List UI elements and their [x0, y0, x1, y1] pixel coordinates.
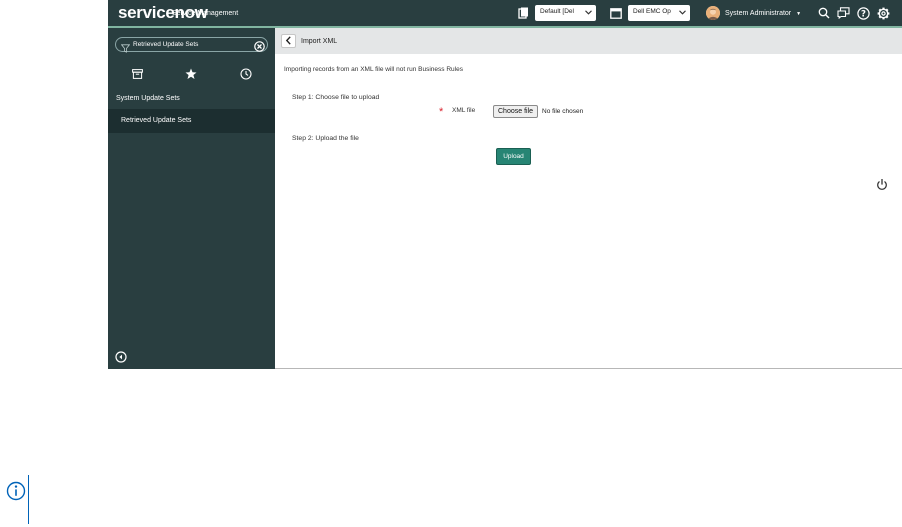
avatar[interactable] [706, 6, 720, 20]
xml-file-label: XML file [452, 107, 476, 114]
search-icon[interactable] [817, 6, 831, 20]
chat-icon[interactable] [836, 6, 850, 20]
nav-section-system-update-sets[interactable]: System Update Sets [116, 95, 180, 102]
choose-file-button[interactable]: Choose file [493, 105, 539, 118]
top-banner: servicenow Service Management Default [D… [108, 0, 902, 28]
application-icon[interactable] [609, 6, 623, 20]
back-icon [285, 32, 292, 50]
form-title: Import XML [301, 38, 338, 45]
product-name: Service Management [172, 10, 239, 17]
chevron-down-icon [584, 7, 593, 17]
required-marker: * [439, 106, 444, 118]
caret-down-icon: ▼ [796, 11, 802, 17]
servicenow-window: servicenow Service Management Default [D… [108, 0, 902, 369]
star-icon[interactable] [184, 67, 198, 81]
collapse-nav-icon[interactable] [115, 350, 127, 368]
chevron-down-icon [678, 7, 687, 17]
application-select-value: Dell EMC Op [633, 8, 671, 15]
nav-item-retrieved-update-sets[interactable]: Retrieved Update Sets [108, 109, 275, 133]
gear-icon[interactable] [876, 6, 890, 20]
info-message: Importing records from an XML file will … [284, 66, 463, 73]
power-icon[interactable] [876, 178, 888, 196]
user-menu[interactable]: System Administrator ▼ [725, 10, 801, 17]
svg-text:?: ? [861, 9, 866, 19]
upload-button[interactable]: Upload [496, 148, 531, 165]
update-set-icon[interactable] [516, 6, 530, 20]
update-set-select-value: Default [Del [540, 8, 574, 15]
no-file-chosen-text: No file chosen [542, 108, 584, 115]
navigator-tabs [108, 67, 275, 81]
note-divider [28, 475, 29, 524]
navigator-filter[interactable]: Retrieved Update Sets [115, 37, 268, 53]
main-content: Import XML Importing records from an XML… [275, 28, 902, 369]
clear-icon[interactable] [254, 39, 265, 57]
application-navigator: Retrieved Update Sets System Update Sets… [108, 28, 275, 369]
filter-input-value[interactable]: Retrieved Update Sets [133, 41, 198, 48]
help-icon[interactable]: ? [856, 6, 870, 20]
archive-icon[interactable] [130, 67, 144, 81]
filter-icon [120, 40, 131, 58]
nav-item-label: Retrieved Update Sets [121, 117, 192, 124]
info-icon [6, 481, 26, 506]
update-set-select[interactable]: Default [Del [535, 5, 596, 21]
step2-heading: Step 2: Upload the file [292, 135, 359, 142]
application-select[interactable]: Dell EMC Op [628, 5, 690, 21]
form-header: Import XML [275, 28, 902, 54]
step1-heading: Step 1: Choose file to upload [292, 94, 380, 101]
user-name: System Administrator [725, 10, 792, 17]
back-button[interactable] [281, 34, 296, 48]
clock-icon[interactable] [239, 67, 253, 81]
